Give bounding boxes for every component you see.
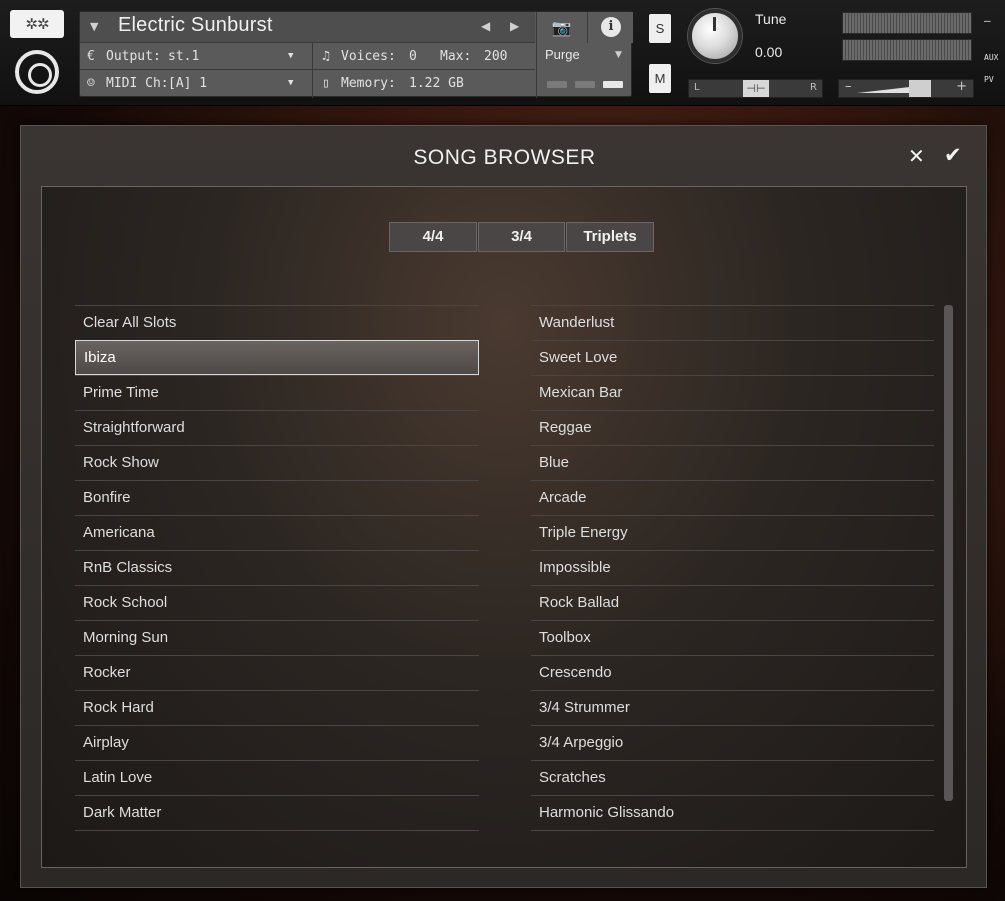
song-list-item[interactable]: Clear All Slots (75, 305, 479, 340)
song-list-item[interactable]: Airplay (75, 725, 479, 760)
midi-label: MIDI Ch: (106, 76, 169, 91)
song-list-item[interactable]: RnB Classics (75, 550, 479, 585)
memory-value: 1.22 GB (409, 76, 464, 91)
pan-slider[interactable]: L ⊣⊢ R (688, 79, 823, 98)
aux-minus[interactable]: – (984, 14, 991, 27)
output-label: Output: (106, 49, 161, 64)
dropdown-arrow-icon[interactable]: ▼ (90, 20, 98, 33)
song-list-item[interactable]: Straightforward (75, 410, 479, 445)
volume-slider[interactable]: – + (838, 79, 974, 98)
song-list-item[interactable]: Arcade (531, 480, 934, 515)
output-dropdown-arrow-icon[interactable]: ▼ (288, 43, 293, 70)
song-list-item[interactable]: Morning Sun (75, 620, 479, 655)
song-list-item[interactable]: Rock Hard (75, 690, 479, 725)
memory-label: Memory: (341, 76, 396, 91)
dialog-title: SONG BROWSER (413, 146, 596, 169)
song-list-item[interactable]: Reggae (531, 410, 934, 445)
output-icon: € (87, 49, 95, 64)
song-list-item[interactable]: Crescendo (531, 655, 934, 690)
snowflake-icon[interactable]: ✲✲ (10, 10, 64, 38)
kontakt-logo-icon (15, 50, 59, 94)
song-list-item[interactable]: Harmonic Glissando (531, 795, 934, 830)
close-icon[interactable]: ✕ (908, 144, 925, 168)
voices-label: Voices: (341, 49, 396, 64)
instrument-name: Electric Sunburst (118, 14, 273, 36)
tune-knob[interactable] (688, 9, 742, 63)
song-list-item[interactable]: Ibiza (75, 340, 479, 375)
tab-4-4[interactable]: 4/4 (389, 222, 477, 252)
purge-indicator (575, 81, 595, 88)
midi-icon: ☺ (87, 76, 95, 91)
volume-minus[interactable]: – (845, 79, 852, 94)
previous-instrument-icon[interactable]: ◀ (481, 19, 490, 33)
purge-indicator (603, 81, 623, 88)
divider (312, 43, 313, 98)
info-button[interactable]: i (587, 12, 633, 43)
list-divider (75, 830, 479, 831)
voices-value: 0 (409, 49, 417, 64)
song-list-item[interactable]: Blue (531, 445, 934, 480)
song-list-item[interactable]: Impossible (531, 550, 934, 585)
tune-value: 0.00 (755, 44, 783, 60)
song-list-item[interactable]: Mexican Bar (531, 375, 934, 410)
instrument-info-panel: ▼ Electric Sunburst ◀ ▶ 📷 i € Output: st… (79, 11, 633, 98)
song-list-item[interactable]: Triple Energy (531, 515, 934, 550)
camera-icon[interactable]: 📷 (536, 12, 586, 43)
aux-label[interactable]: AUX (984, 53, 998, 62)
song-list-item[interactable]: Prime Time (75, 375, 479, 410)
volume-plus[interactable]: + (956, 79, 967, 94)
song-list-item[interactable]: Toolbox (531, 620, 934, 655)
midi-channel-value[interactable]: [A] 1 (168, 70, 207, 97)
song-list-item[interactable]: Scratches (531, 760, 934, 795)
mute-button[interactable]: M (649, 64, 671, 93)
pan-slider-handle[interactable]: ⊣⊢ (743, 80, 769, 97)
song-list-item[interactable]: Latin Love (75, 760, 479, 795)
tab-triplets[interactable]: Triplets (566, 222, 654, 252)
list-divider (531, 830, 934, 831)
instrument-header: ✲✲ ▼ Electric Sunburst ◀ ▶ 📷 i € Output:… (0, 0, 1005, 106)
song-browser-dialog: SONG BROWSER ✕ ✔ 4/4 3/4 Triplets Clear … (20, 125, 987, 888)
song-list-item[interactable]: Wanderlust (531, 305, 934, 340)
song-list-item[interactable]: Bonfire (75, 480, 479, 515)
max-label: Max: (440, 49, 472, 64)
song-list-item[interactable]: 3/4 Strummer (531, 690, 934, 725)
purge-dropdown-arrow-icon[interactable]: ▼ (615, 50, 622, 60)
song-list-item[interactable]: Sweet Love (531, 340, 934, 375)
output-value[interactable]: st.1 (168, 43, 199, 70)
voices-icon: ♫ (322, 49, 330, 64)
purge-label: Purge (545, 47, 580, 62)
midi-dropdown-arrow-icon[interactable]: ▼ (288, 70, 293, 97)
instrument-title-row[interactable]: ▼ Electric Sunburst ◀ ▶ (80, 12, 535, 43)
output-voices-row: € Output: st.1 ▼ ♫ Voices: 0 Max: 200 (80, 43, 535, 70)
song-list-item[interactable]: Rock Ballad (531, 585, 934, 620)
max-voices-value[interactable]: 200 (484, 43, 507, 70)
solo-button[interactable]: S (649, 14, 671, 43)
memory-icon: ▯ (322, 76, 330, 91)
midi-memory-row: ☺ MIDI Ch: [A] 1 ▼ ▯ Memory: 1.22 GB (80, 70, 535, 97)
pan-left-label: L (694, 82, 700, 93)
next-instrument-icon[interactable]: ▶ (510, 19, 519, 33)
song-list-item[interactable]: Americana (75, 515, 479, 550)
song-list-item[interactable]: Rock School (75, 585, 479, 620)
pv-label[interactable]: PV (984, 75, 994, 84)
checkmark-icon[interactable]: ✔ (944, 143, 962, 167)
scrollbar[interactable] (944, 305, 953, 801)
tune-label: Tune (755, 11, 787, 27)
level-meter-left (842, 12, 972, 34)
tab-3-4[interactable]: 3/4 (478, 222, 565, 252)
purge-menu[interactable]: Purge ▼ (536, 43, 633, 98)
song-list-item[interactable]: Rock Show (75, 445, 479, 480)
purge-indicator (547, 81, 567, 88)
pan-right-label: R (810, 82, 817, 93)
song-list-item[interactable]: Rocker (75, 655, 479, 690)
level-meter-right (842, 39, 972, 61)
song-list-item[interactable]: Dark Matter (75, 795, 479, 830)
info-icon: i (601, 17, 621, 37)
song-list-item[interactable]: 3/4 Arpeggio (531, 725, 934, 760)
song-browser-panel: 4/4 3/4 Triplets Clear All Slots Ibiza Pri… (41, 186, 967, 868)
volume-slider-handle[interactable] (909, 80, 931, 97)
